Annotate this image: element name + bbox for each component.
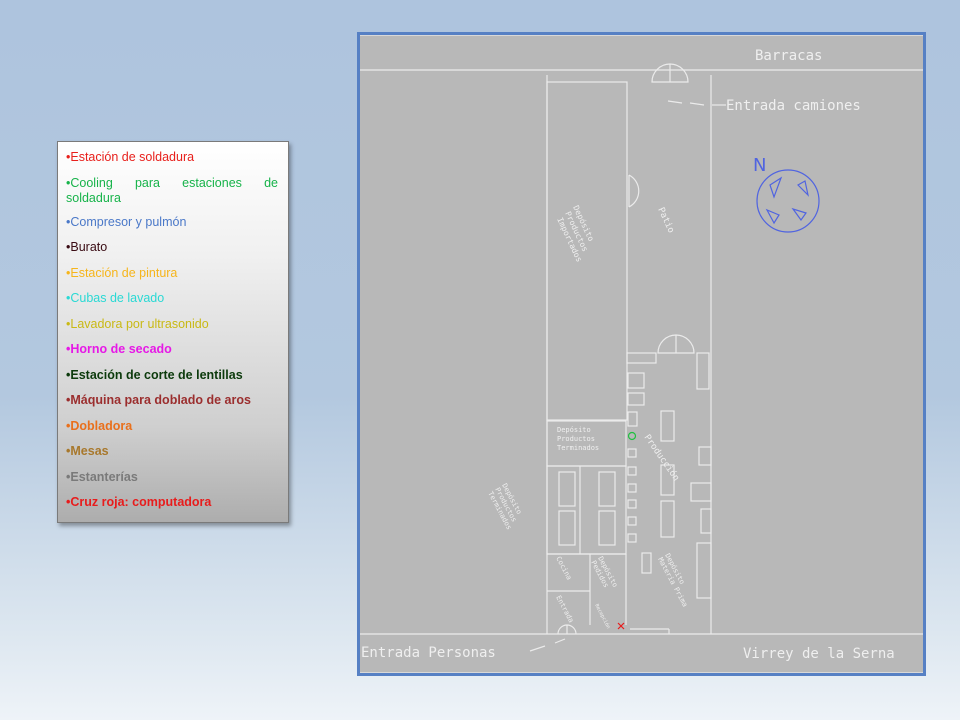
- street-bottom-label: Virrey de la Serna: [743, 646, 895, 662]
- entrada-camiones-label: Entrada camiones: [726, 98, 861, 114]
- legend-list: •Estación de soldadura •Cooling para esta…: [66, 150, 278, 511]
- legend-item: •Estanterías: [66, 469, 138, 484]
- compass-arrows-icon: [765, 176, 810, 225]
- drying-oven: [690, 482, 712, 502]
- rack-2: [558, 510, 576, 546]
- door-top: [651, 63, 689, 83]
- deposito-terminados-box-1: Depósito: [557, 426, 591, 434]
- entrada-personas-arrow: [529, 645, 546, 652]
- soldering-4: [627, 499, 637, 509]
- desk: [641, 552, 652, 574]
- washing-tubs: [696, 352, 710, 390]
- legend-item: •Cooling para estaciones de soldadura: [66, 175, 278, 206]
- shelf-1: [627, 372, 645, 389]
- soldering-5: [627, 516, 637, 526]
- legend-item: •Cubas de lavado: [66, 291, 165, 305]
- deposito-terminados-box-2: Productos: [557, 435, 595, 443]
- lens-cutting: [700, 508, 712, 534]
- patio-label: Patio: [655, 206, 676, 235]
- legend-item: •Estación de soldadura: [66, 150, 195, 164]
- legend-item: •Estación de pintura: [66, 265, 178, 280]
- shelf-2: [627, 392, 645, 406]
- legend-item: •Estación de corte de lentillas: [66, 367, 243, 382]
- legend-item: •Cruz roja: computadora: [66, 495, 212, 509]
- soldering-1: [627, 448, 637, 458]
- painting-station: [626, 352, 657, 364]
- door-patio: [628, 174, 640, 208]
- deposito-terminados-box-3: Terminados: [557, 444, 599, 452]
- deposito-importados-room: [546, 81, 628, 421]
- legend-item: •Compresor y pulmón: [66, 214, 187, 229]
- recepcion-label: Recepción: [593, 603, 612, 630]
- cooling-unit: [627, 431, 637, 441]
- legend-item: •Dobladora: [66, 418, 133, 433]
- street-top-label: Barracas: [755, 48, 822, 64]
- compressor: [627, 411, 638, 427]
- rack-4: [598, 510, 616, 546]
- camion-dash-1: [667, 100, 683, 104]
- door-entrada: [557, 624, 577, 635]
- legend-box: •Estación de soldadura •Cooling para esta…: [57, 141, 289, 523]
- entrada-personas-dash: [554, 638, 566, 644]
- floor-plan-drawing: Barracas Virrey de la Serna Entrada Pers…: [360, 35, 923, 673]
- table-3: [660, 500, 675, 538]
- cocina-label: Cocina: [554, 555, 573, 581]
- bending-machine: [696, 542, 712, 599]
- ultrasonic-washer: [698, 446, 712, 466]
- table-1: [660, 410, 675, 442]
- compass-icon: [756, 169, 820, 233]
- soldering-2: [627, 466, 637, 476]
- legend-item: •Máquina para doblado de aros: [66, 393, 251, 407]
- rack-1: [558, 471, 576, 507]
- north-label: N: [753, 155, 766, 176]
- camion-dash-2: [689, 102, 705, 106]
- entrada-small-label: Entrada: [554, 594, 575, 624]
- legend-item: •Horno de secado: [66, 342, 172, 356]
- soldering-6: [627, 533, 637, 543]
- legend-item: •Burato: [66, 240, 108, 254]
- floor-plan: Barracas Virrey de la Serna Entrada Pers…: [357, 32, 926, 676]
- legend-item: •Lavadora por ultrasonido: [66, 316, 209, 331]
- soldering-3: [627, 483, 637, 493]
- legend-item: •Mesas: [66, 444, 109, 458]
- rack-3: [598, 471, 616, 507]
- entrada-personas-label: Entrada Personas: [361, 645, 496, 661]
- door-produccion: [657, 334, 695, 354]
